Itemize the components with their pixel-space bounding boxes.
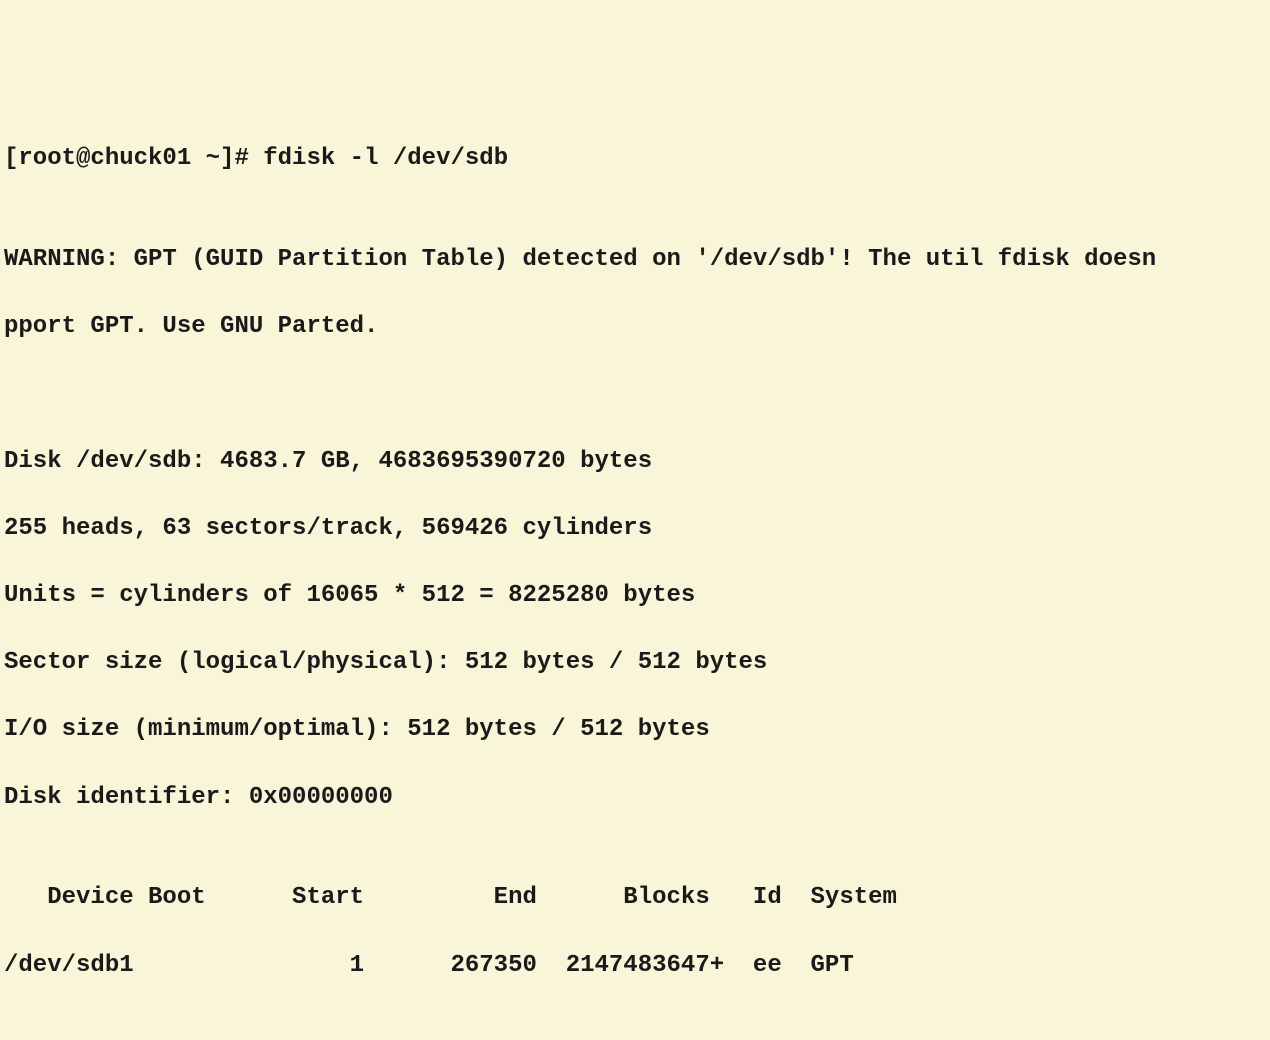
partition-table-row: /dev/sdb1 1 267350 2147483647+ ee GPT (4, 949, 1270, 983)
units-line: Units = cylinders of 16065 * 512 = 82252… (4, 579, 1270, 613)
io-size-line: I/O size (minimum/optimal): 512 bytes / … (4, 713, 1270, 747)
shell-prompt: [root@chuck01 ~]# (4, 145, 263, 172)
geometry-line: 255 heads, 63 sectors/track, 569426 cyli… (4, 512, 1270, 546)
warning-line-2: pport GPT. Use GNU Parted. (4, 310, 1270, 344)
disk-identifier-line: Disk identifier: 0x00000000 (4, 781, 1270, 815)
warning-line-1: WARNING: GPT (GUID Partition Table) dete… (4, 243, 1270, 277)
command-text: fdisk -l /dev/sdb (263, 145, 508, 172)
terminal-prompt-line: [root@chuck01 ~]# fdisk -l /dev/sdb (4, 142, 1270, 176)
partition-table-header: Device Boot Start End Blocks Id System (4, 881, 1270, 915)
disk-size-line: Disk /dev/sdb: 4683.7 GB, 4683695390720 … (4, 445, 1270, 479)
sector-size-line: Sector size (logical/physical): 512 byte… (4, 646, 1270, 680)
